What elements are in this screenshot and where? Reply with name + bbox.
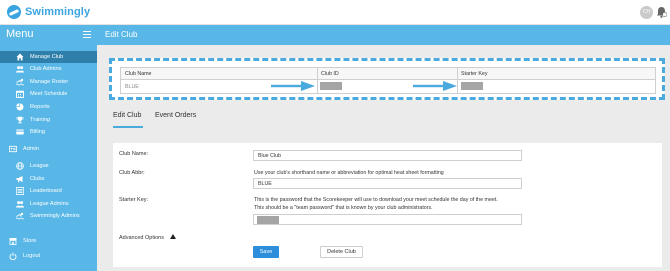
club-summary-table: Club Name Club ID Starter Key BLUE xyxy=(120,67,656,94)
sidebar-item-label: Training xyxy=(30,117,51,123)
sidebar-item-manage-club[interactable]: Manage Club xyxy=(0,51,97,63)
sidebar-item-label: Clubs xyxy=(30,176,45,182)
club-abbr-help-text: Use your club's shorthand name or abbrev… xyxy=(254,170,444,176)
sidebar-item-swimmingly-admins[interactable]: Swimmingly Admins xyxy=(0,210,97,222)
list-icon xyxy=(16,187,24,195)
sidebar-item-label: League Admins xyxy=(30,201,69,207)
column-header-starter-key: Starter Key xyxy=(461,71,488,77)
save-button[interactable]: Save xyxy=(253,246,279,258)
starter-key-value-redacted xyxy=(257,216,279,224)
sidebar-item-label: Admin xyxy=(23,146,39,152)
sidebar-item-label: Meet Schedule xyxy=(30,91,68,97)
sidebar-item-billing[interactable]: Billing xyxy=(0,126,97,138)
trophy-icon xyxy=(16,116,24,124)
sidebar-item-club-admins[interactable]: Club Admins xyxy=(0,63,97,75)
users-icon xyxy=(16,200,24,208)
column-header-club-id: Club ID xyxy=(321,71,339,77)
sidebar-item-leaderboard[interactable]: Leaderboard xyxy=(0,185,97,197)
calendar-icon xyxy=(16,90,24,98)
sidebar-item-league-admins[interactable]: League Admins xyxy=(0,198,97,210)
sidebar-item-clubs[interactable]: Clubs xyxy=(0,173,97,185)
sidebar-item-label: Logout xyxy=(23,253,41,259)
tab-edit-club[interactable]: Edit Club xyxy=(113,111,143,128)
club-abbr-input[interactable] xyxy=(253,178,522,189)
swimmingly-logo-icon xyxy=(7,5,21,19)
sidebar-item-label: League xyxy=(30,163,49,169)
sidebar-item-reports[interactable]: Reports xyxy=(0,101,97,113)
sidebar-item-training[interactable]: Training xyxy=(0,114,97,126)
sidebar-item-store[interactable]: Store xyxy=(0,235,97,247)
sidebar-item-manage-roster[interactable]: Manage Roster xyxy=(0,76,97,88)
store-icon xyxy=(9,237,17,245)
sidebar-header: Menu xyxy=(0,25,97,47)
users-icon xyxy=(16,65,24,73)
edit-club-form: Club Name: Club Abbr: Use your club's sh… xyxy=(113,143,662,267)
sidebar-item-label: Leaderboard xyxy=(30,188,62,194)
globe-icon xyxy=(16,162,24,170)
sidebar-item-label: Manage Club xyxy=(30,54,64,60)
sidebar-item-label: Store xyxy=(23,238,37,244)
power-icon xyxy=(9,252,17,260)
sidebar-item-label: Billing xyxy=(30,129,45,135)
club-id-value-redacted xyxy=(320,82,342,90)
club-summary-highlight: Club Name Club ID Starter Key BLUE xyxy=(109,58,665,100)
swimmer-icon xyxy=(16,78,24,86)
starter-key-help-text: This is the password that the Scorekeepe… xyxy=(254,197,498,203)
pie-chart-icon xyxy=(16,103,24,111)
page-header: Edit Club xyxy=(97,25,670,45)
club-name-label: Club Name: xyxy=(119,151,149,157)
starter-key-value-redacted xyxy=(461,82,483,90)
id-card-icon xyxy=(9,145,17,153)
starter-key-input[interactable] xyxy=(253,214,522,225)
starter-key-help-text-2: This should be a "team password" that is… xyxy=(254,205,433,211)
tab-event-orders[interactable]: Event Orders xyxy=(155,111,203,128)
user-avatar[interactable]: CH xyxy=(640,6,653,19)
arrow-right-icon xyxy=(271,81,315,91)
notification-bell-icon[interactable] xyxy=(656,6,667,18)
column-divider xyxy=(457,68,458,93)
sidebar-item-label: Club Admins xyxy=(30,66,62,72)
sidebar-item-league[interactable]: League xyxy=(0,160,97,172)
top-bar: Swimmingly CH xyxy=(0,0,670,25)
app-logo[interactable]: Swimmingly xyxy=(7,5,90,19)
delete-club-button[interactable]: Delete Club xyxy=(320,246,363,258)
table-header-row: Club Name Club ID Starter Key xyxy=(121,68,655,80)
arrow-right-icon xyxy=(413,81,457,91)
cell-club-name: BLUE xyxy=(125,84,139,90)
sidebar-item-admin[interactable]: Admin xyxy=(0,143,97,155)
column-header-club-name: Club Name xyxy=(125,71,152,77)
megaphone-icon xyxy=(16,175,24,183)
app-name: Swimmingly xyxy=(25,6,91,18)
hamburger-icon[interactable] xyxy=(83,31,91,38)
sidebar: Menu Manage Club Club Admins Manage Rost… xyxy=(0,25,97,271)
sidebar-item-meet-schedule[interactable]: Meet Schedule xyxy=(0,88,97,100)
sidebar-item-label: Reports xyxy=(30,104,50,110)
credit-card-icon xyxy=(16,128,24,136)
menu-title: Menu xyxy=(6,28,34,40)
advanced-options-toggle[interactable]: Advanced Options xyxy=(119,235,164,241)
club-abbr-label: Club Abbr: xyxy=(119,170,145,176)
club-name-input[interactable] xyxy=(253,150,522,161)
home-icon xyxy=(16,53,24,61)
column-divider xyxy=(317,68,318,93)
sidebar-item-label: Manage Roster xyxy=(30,79,69,85)
sidebar-item-logout[interactable]: Logout xyxy=(0,250,97,262)
page-title: Edit Club xyxy=(105,30,138,39)
tab-bar: Edit Club Event Orders xyxy=(113,111,663,128)
swimmer-icon xyxy=(16,212,24,220)
sidebar-item-label: Swimmingly Admins xyxy=(30,213,80,219)
starter-key-label: Starter Key: xyxy=(119,197,149,203)
triangle-up-icon[interactable] xyxy=(170,234,176,239)
